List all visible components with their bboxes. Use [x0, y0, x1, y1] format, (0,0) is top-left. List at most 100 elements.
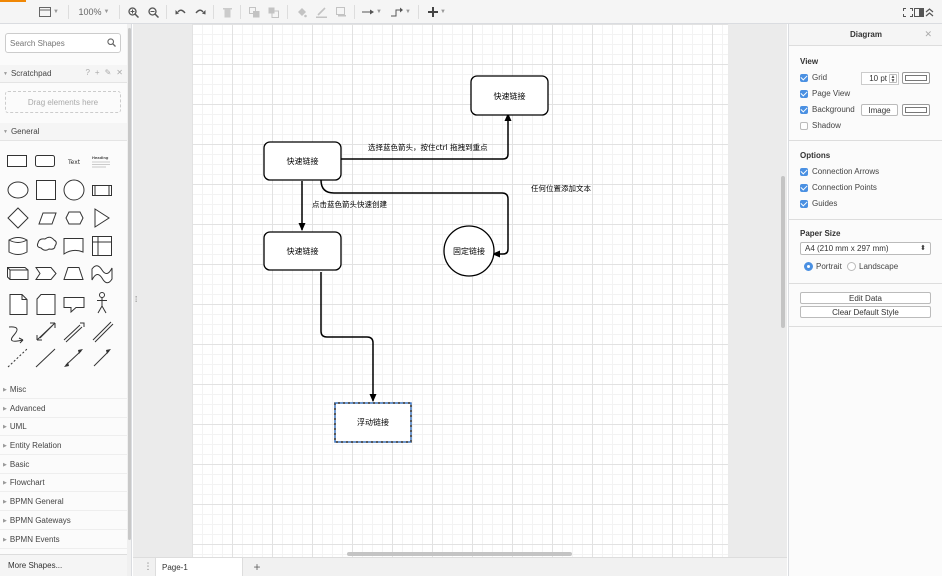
- rounded-rectangle-shape[interactable]: [35, 155, 55, 167]
- step-shape[interactable]: [35, 267, 57, 280]
- landscape-radio[interactable]: Landscape: [847, 262, 898, 271]
- background-checkbox[interactable]: Background: [800, 105, 855, 114]
- internal-storage-shape[interactable]: [92, 236, 112, 256]
- edge-ctrl-drag[interactable]: [341, 113, 512, 160]
- insert-dropdown[interactable]: ▼: [426, 2, 448, 22]
- connection-dropdown[interactable]: ▼: [361, 2, 383, 22]
- to-front-button[interactable]: [247, 2, 261, 22]
- actor-shape[interactable]: [97, 297, 107, 314]
- category-uml[interactable]: ▶ UML: [0, 418, 127, 436]
- hexagon-shape[interactable]: [65, 211, 84, 225]
- grid-color-swatch[interactable]: [902, 72, 930, 84]
- document-shape[interactable]: [63, 238, 84, 255]
- diamond-shape[interactable]: [7, 207, 29, 229]
- image-button[interactable]: Image: [861, 104, 898, 116]
- general-header[interactable]: ▼ General: [0, 123, 127, 141]
- format-panel-button[interactable]: [913, 2, 924, 22]
- search-icon[interactable]: [107, 38, 116, 49]
- add-icon[interactable]: +: [95, 68, 100, 77]
- more-shapes-button[interactable]: More Shapes...: [0, 554, 127, 576]
- checkbox-checked-icon[interactable]: [800, 89, 808, 98]
- redo-button[interactable]: [193, 2, 207, 22]
- tape-shape[interactable]: [91, 265, 113, 284]
- directional-connector-shape[interactable]: [93, 350, 110, 367]
- category-advanced[interactable]: ▶ Advanced: [0, 400, 127, 418]
- background-color-swatch[interactable]: [902, 104, 930, 116]
- search-input[interactable]: [6, 34, 102, 52]
- undo-button[interactable]: [173, 2, 187, 22]
- spinner-icon[interactable]: ▲ ▼: [889, 74, 897, 84]
- radio-selected-icon[interactable]: [804, 262, 813, 271]
- shadow-checkbox[interactable]: Shadow: [800, 121, 841, 130]
- portrait-radio[interactable]: Portrait: [804, 262, 842, 271]
- grid-size-input[interactable]: 10 pt ▲ ▼: [861, 72, 899, 85]
- diagram-canvas[interactable]: 快速链接 快速链接 快速链接 固定链接 浮动链接 选择蓝色箭头，按住ctrl 拖…: [133, 24, 787, 557]
- checkbox-checked-icon[interactable]: [800, 167, 808, 176]
- paper-size-select[interactable]: A4 (210 mm x 297 mm) ⬍: [800, 242, 931, 255]
- node-below[interactable]: 快速链接: [263, 231, 342, 271]
- text-shape[interactable]: Text: [67, 159, 81, 166]
- category-flowchart[interactable]: ▶ Flowchart: [0, 474, 127, 492]
- grid-checkbox[interactable]: Grid: [800, 73, 827, 82]
- callout-shape[interactable]: [63, 297, 85, 314]
- line-shape[interactable]: [35, 348, 56, 368]
- radio-unselected-icon[interactable]: [847, 262, 856, 271]
- line-color-button[interactable]: [314, 2, 328, 22]
- bidirectional-connector-shape[interactable]: [65, 350, 82, 366]
- clear-default-style-button[interactable]: Clear Default Style: [800, 306, 931, 318]
- edge-label-ctrl-drag[interactable]: 选择蓝色箭头，按住ctrl 拖拽到重点: [368, 142, 488, 152]
- checkbox-checked-icon[interactable]: [800, 183, 808, 192]
- dashed-line-shape[interactable]: [7, 348, 28, 368]
- cylinder-shape[interactable]: [8, 237, 28, 255]
- checkbox-checked-icon[interactable]: [800, 73, 808, 82]
- close-icon[interactable]: ✕: [116, 68, 123, 77]
- node-fixed[interactable]: 固定链接: [443, 225, 495, 277]
- scratchpad-drop-zone[interactable]: Drag elements here: [5, 91, 121, 113]
- page-view-button[interactable]: ▼: [38, 2, 60, 22]
- connection-arrows-checkbox[interactable]: Connection Arrows: [800, 167, 879, 176]
- node-floating[interactable]: 浮动链接: [334, 402, 412, 443]
- heading-shape[interactable]: Heading: [92, 156, 109, 160]
- fill-color-button[interactable]: [294, 2, 308, 22]
- waypoints-dropdown[interactable]: ▼: [390, 2, 412, 22]
- help-icon[interactable]: ?: [85, 68, 89, 77]
- diagram[interactable]: 快速链接 快速链接 快速链接 固定链接 浮动链接 选择蓝色箭头，按住ctrl 拖…: [192, 24, 728, 557]
- add-page-button[interactable]: +: [249, 560, 265, 575]
- ellipse-shape[interactable]: [7, 181, 29, 199]
- checkbox-checked-icon[interactable]: [800, 199, 808, 208]
- fullscreen-button[interactable]: [902, 2, 913, 22]
- triangle-shape[interactable]: [94, 208, 110, 228]
- cube-shape[interactable]: [7, 267, 29, 280]
- canvas-vertical-scrollbar[interactable]: [781, 176, 785, 328]
- category-bpmn-general[interactable]: ▶ BPMN General: [0, 493, 127, 511]
- sidebar-scrollbar[interactable]: [127, 24, 131, 576]
- circle-shape[interactable]: [63, 179, 85, 201]
- node-top-right[interactable]: 快速链接: [470, 75, 549, 116]
- bidirectional-arrow-shape[interactable]: [36, 322, 56, 341]
- square-shape[interactable]: [36, 180, 56, 200]
- link-shape[interactable]: [92, 321, 114, 343]
- close-icon[interactable]: ✕: [924, 29, 932, 40]
- zoom-out-button[interactable]: [146, 2, 160, 22]
- collapse-sidebar-handle[interactable]: ⁞: [135, 295, 137, 304]
- card-shape[interactable]: [36, 294, 56, 315]
- cloud-shape[interactable]: [36, 236, 57, 251]
- category-misc[interactable]: ▶ Misc: [0, 381, 127, 399]
- edge-floating-link[interactable]: [320, 272, 377, 402]
- shadow-button[interactable]: [334, 2, 348, 22]
- canvas-horizontal-scrollbar[interactable]: [347, 552, 572, 556]
- free-text-label[interactable]: 任何位置添加文本: [531, 183, 591, 193]
- scrollbar-thumb[interactable]: [128, 28, 131, 540]
- page-area[interactable]: 快速链接 快速链接 快速链接 固定链接 浮动链接 选择蓝色箭头，按住ctrl 拖…: [192, 24, 728, 557]
- trapezoid-shape[interactable]: [63, 267, 84, 280]
- collapse-button[interactable]: [924, 2, 935, 22]
- node-source[interactable]: 快速链接: [263, 141, 342, 181]
- checkbox-unchecked-icon[interactable]: [800, 121, 808, 130]
- edge-label-quick-create[interactable]: 点击蓝色箭头快速创建: [312, 199, 387, 209]
- delete-button[interactable]: [220, 2, 234, 22]
- category-entity-relation[interactable]: ▶ Entity Relation: [0, 437, 127, 455]
- category-bpmn-gateways[interactable]: ▶ BPMN Gateways: [0, 512, 127, 530]
- edit-data-button[interactable]: Edit Data: [800, 292, 931, 304]
- rectangle-shape[interactable]: [7, 155, 27, 167]
- checkbox-checked-icon[interactable]: [800, 105, 808, 114]
